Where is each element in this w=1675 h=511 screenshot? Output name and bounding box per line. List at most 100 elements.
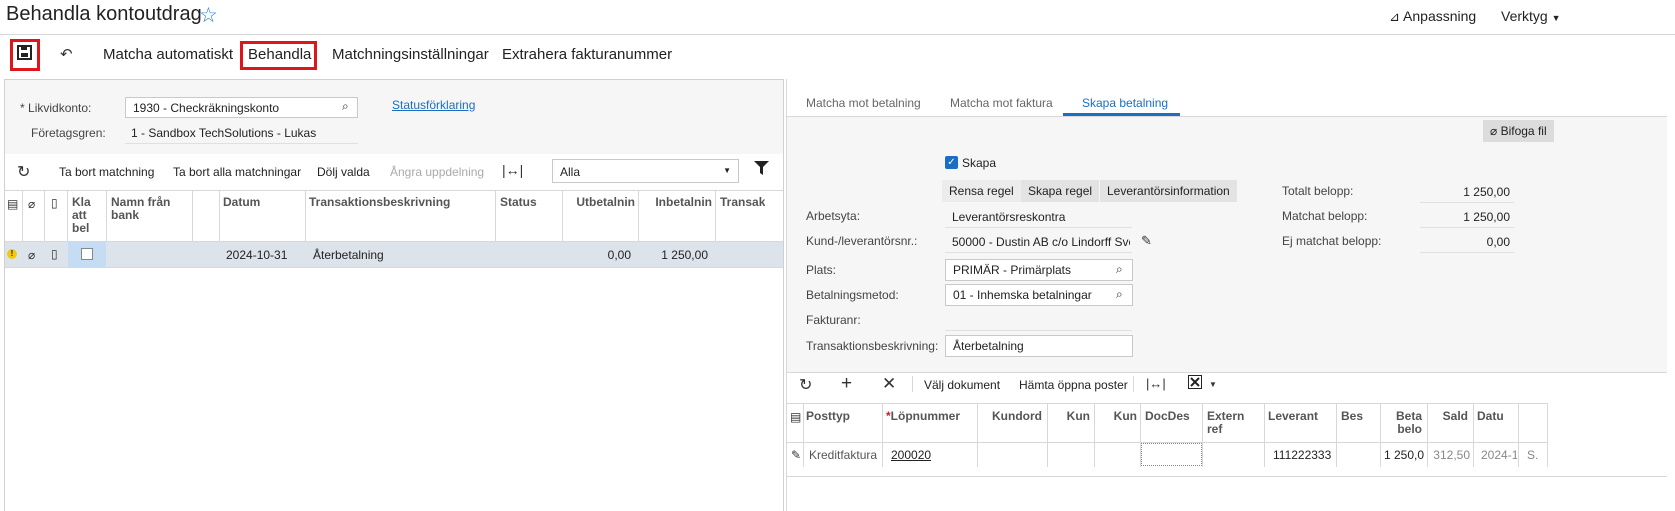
undo-icon[interactable]: ↶ — [60, 45, 73, 63]
edit-pencil-icon[interactable]: ✎ — [1141, 233, 1152, 249]
undo-split-button[interactable]: Ångra uppdelning — [390, 165, 484, 179]
cleared-checkbox[interactable] — [81, 248, 93, 260]
payment-method-input[interactable]: 01 - Inhemska betalningar — [945, 284, 1133, 306]
branch-underline — [125, 143, 358, 144]
row-disbursement: 0,00 — [607, 248, 631, 262]
detail-row-extra: S. — [1527, 448, 1539, 462]
unmatch-all-button[interactable]: Ta bort alla matchningar — [173, 165, 301, 179]
warning-icon: ! — [7, 249, 17, 259]
row-document-icon[interactable]: ▯ — [51, 247, 58, 261]
detail-row-balance: 312,50 — [1433, 448, 1470, 462]
col-cleared[interactable]: Kla att bel — [72, 196, 94, 235]
doc-desc-cell-focus[interactable] — [1141, 443, 1202, 466]
fit-columns-icon[interactable]: |↔| — [502, 162, 523, 178]
document-icon: ▯ — [51, 196, 58, 210]
col-order[interactable]: Kundord — [980, 410, 1042, 423]
export-chevron-down-icon[interactable]: ▼ — [1209, 380, 1217, 389]
detail-grid-empty-area — [787, 467, 1547, 511]
col-vendor[interactable]: Leverant — [1268, 410, 1318, 423]
favorite-star-icon[interactable]: ☆ — [199, 3, 218, 28]
matched-amount-label: Matchat belopp: — [1282, 209, 1368, 223]
row-attachment-icon[interactable]: ⌀ — [28, 248, 35, 262]
detail-refresh-icon[interactable]: ↻ — [799, 375, 812, 395]
col-pay-amount[interactable]: Beta belo — [1384, 410, 1422, 436]
detail-row-ref-nbr-link[interactable]: 200020 — [891, 448, 931, 462]
location-input[interactable]: PRIMÄR - Primärplats — [945, 259, 1133, 281]
create-checkbox-label: Skapa — [962, 156, 997, 170]
chevron-down-icon: ▼ — [1551, 13, 1561, 23]
search-icon[interactable]: ⌕ — [342, 99, 349, 114]
process-button[interactable]: Behandla — [248, 46, 311, 63]
attach-file-button[interactable]: ⌀ Bifoga fil — [1483, 120, 1554, 142]
cash-account-input[interactable]: 1930 - Checkräkningskonto — [125, 97, 358, 118]
col-customer-2[interactable]: Kun — [1097, 410, 1137, 423]
match-settings-button[interactable]: Matchningsinställningar — [332, 46, 489, 63]
col-description[interactable]: Transaktionsbeskrivning — [309, 196, 450, 209]
unmatched-amount-value: 0,00 — [1486, 235, 1510, 249]
refresh-icon[interactable]: ↻ — [17, 162, 30, 182]
clear-rule-button[interactable]: Rensa regel — [942, 180, 1021, 202]
col-date[interactable]: Datum — [223, 196, 260, 209]
row-date: 2024-10-31 — [226, 248, 288, 262]
unmatch-button[interactable]: Ta bort matchning — [59, 165, 154, 179]
tab-match-payment[interactable]: Matcha mot betalning — [806, 96, 921, 110]
col-detail-date[interactable]: Datu — [1477, 410, 1504, 423]
col-bank-name[interactable]: Namn från bank — [111, 196, 191, 222]
col-receipt[interactable]: Inbetalnin — [642, 196, 712, 209]
filter-funnel-icon[interactable] — [754, 161, 769, 180]
customize-button[interactable]: ⊿ Anpassning — [1389, 8, 1476, 25]
customer-vendor-value[interactable]: 50000 - Dustin AB c/o Lindorff Sver — [952, 235, 1130, 249]
col-balance[interactable]: Sald — [1430, 410, 1468, 423]
tools-label: Verktyg — [1501, 8, 1548, 24]
notes-icon: ▤ — [7, 197, 19, 211]
tab-create-payment[interactable]: Skapa betalning — [1082, 96, 1168, 110]
vendor-info-button[interactable]: Leverantörsinformation — [1100, 180, 1237, 202]
hide-cleared-button[interactable]: Dölj valda — [317, 165, 370, 179]
filter-select[interactable]: Alla ▼ — [552, 159, 739, 183]
customize-label: Anpassning — [1403, 8, 1477, 24]
save-icon[interactable] — [17, 45, 32, 65]
auto-match-button[interactable]: Matcha automatiskt — [103, 46, 233, 63]
location-search-icon[interactable]: ⌕ — [1116, 262, 1123, 277]
add-icon[interactable]: + — [841, 373, 852, 395]
detail-fit-columns-icon[interactable]: |↔| — [1146, 376, 1166, 391]
total-amount-label: Totalt belopp: — [1282, 184, 1354, 198]
col-disbursement[interactable]: Utbetalnin — [566, 196, 635, 209]
workspace-value: Leverantörsreskontra — [952, 210, 1066, 224]
trans-desc-input[interactable]: Återbetalning — [945, 335, 1133, 357]
load-open-items-button[interactable]: Hämta öppna poster — [1019, 378, 1128, 392]
chevron-down-icon: ▼ — [723, 166, 731, 175]
trans-desc-label: Transaktionsbeskrivning: — [806, 339, 939, 353]
branch-label: Företagsgren: — [31, 126, 106, 140]
extract-invoice-button[interactable]: Extrahera fakturanummer — [502, 46, 672, 63]
detail-notes-icon: ▤ — [790, 410, 802, 424]
export-excel-icon[interactable] — [1188, 375, 1202, 392]
tab-match-invoice[interactable]: Matcha mot faktura — [950, 96, 1053, 110]
customer-vendor-label: Kund-/leverantörsnr.: — [806, 234, 918, 248]
create-payment-form — [787, 117, 1667, 373]
row-edit-pencil-icon[interactable]: ✎ — [791, 448, 801, 462]
status-explanation-link[interactable]: Statusförklaring — [392, 98, 475, 112]
page-title: Behandla kontoutdrag — [6, 3, 202, 25]
col-ref-nbr[interactable]: *Löpnummer — [886, 410, 960, 423]
unmatched-amount-label: Ej matchat belopp: — [1282, 234, 1382, 248]
delete-icon[interactable]: ✕ — [882, 374, 896, 394]
col-doc-desc[interactable]: DocDes — [1145, 410, 1190, 423]
detail-row-doc-type: Kreditfaktura — [809, 448, 878, 462]
row-receipt: 1 250,00 — [661, 248, 708, 262]
attachment-icon: ⌀ — [28, 197, 36, 211]
col-doc-type[interactable]: Posttyp — [806, 410, 850, 423]
cash-account-label: * Likvidkonto: — [20, 101, 92, 115]
col-customer-1[interactable]: Kun — [1050, 410, 1090, 423]
create-checkbox[interactable]: ✓ — [945, 156, 958, 169]
tools-menu[interactable]: Verktyg ▼ — [1501, 8, 1561, 24]
row-description: Återbetalning — [313, 248, 384, 262]
select-document-button[interactable]: Välj dokument — [924, 378, 1000, 392]
col-status[interactable]: Status — [500, 196, 537, 209]
payment-method-search-icon[interactable]: ⌕ — [1116, 287, 1123, 302]
create-rule-button[interactable]: Skapa regel — [1021, 180, 1100, 202]
col-bes[interactable]: Bes — [1341, 410, 1363, 423]
col-trans[interactable]: Transakt — [720, 196, 765, 209]
col-ext-ref[interactable]: Extern ref — [1207, 410, 1252, 436]
header-divider — [0, 34, 1675, 35]
